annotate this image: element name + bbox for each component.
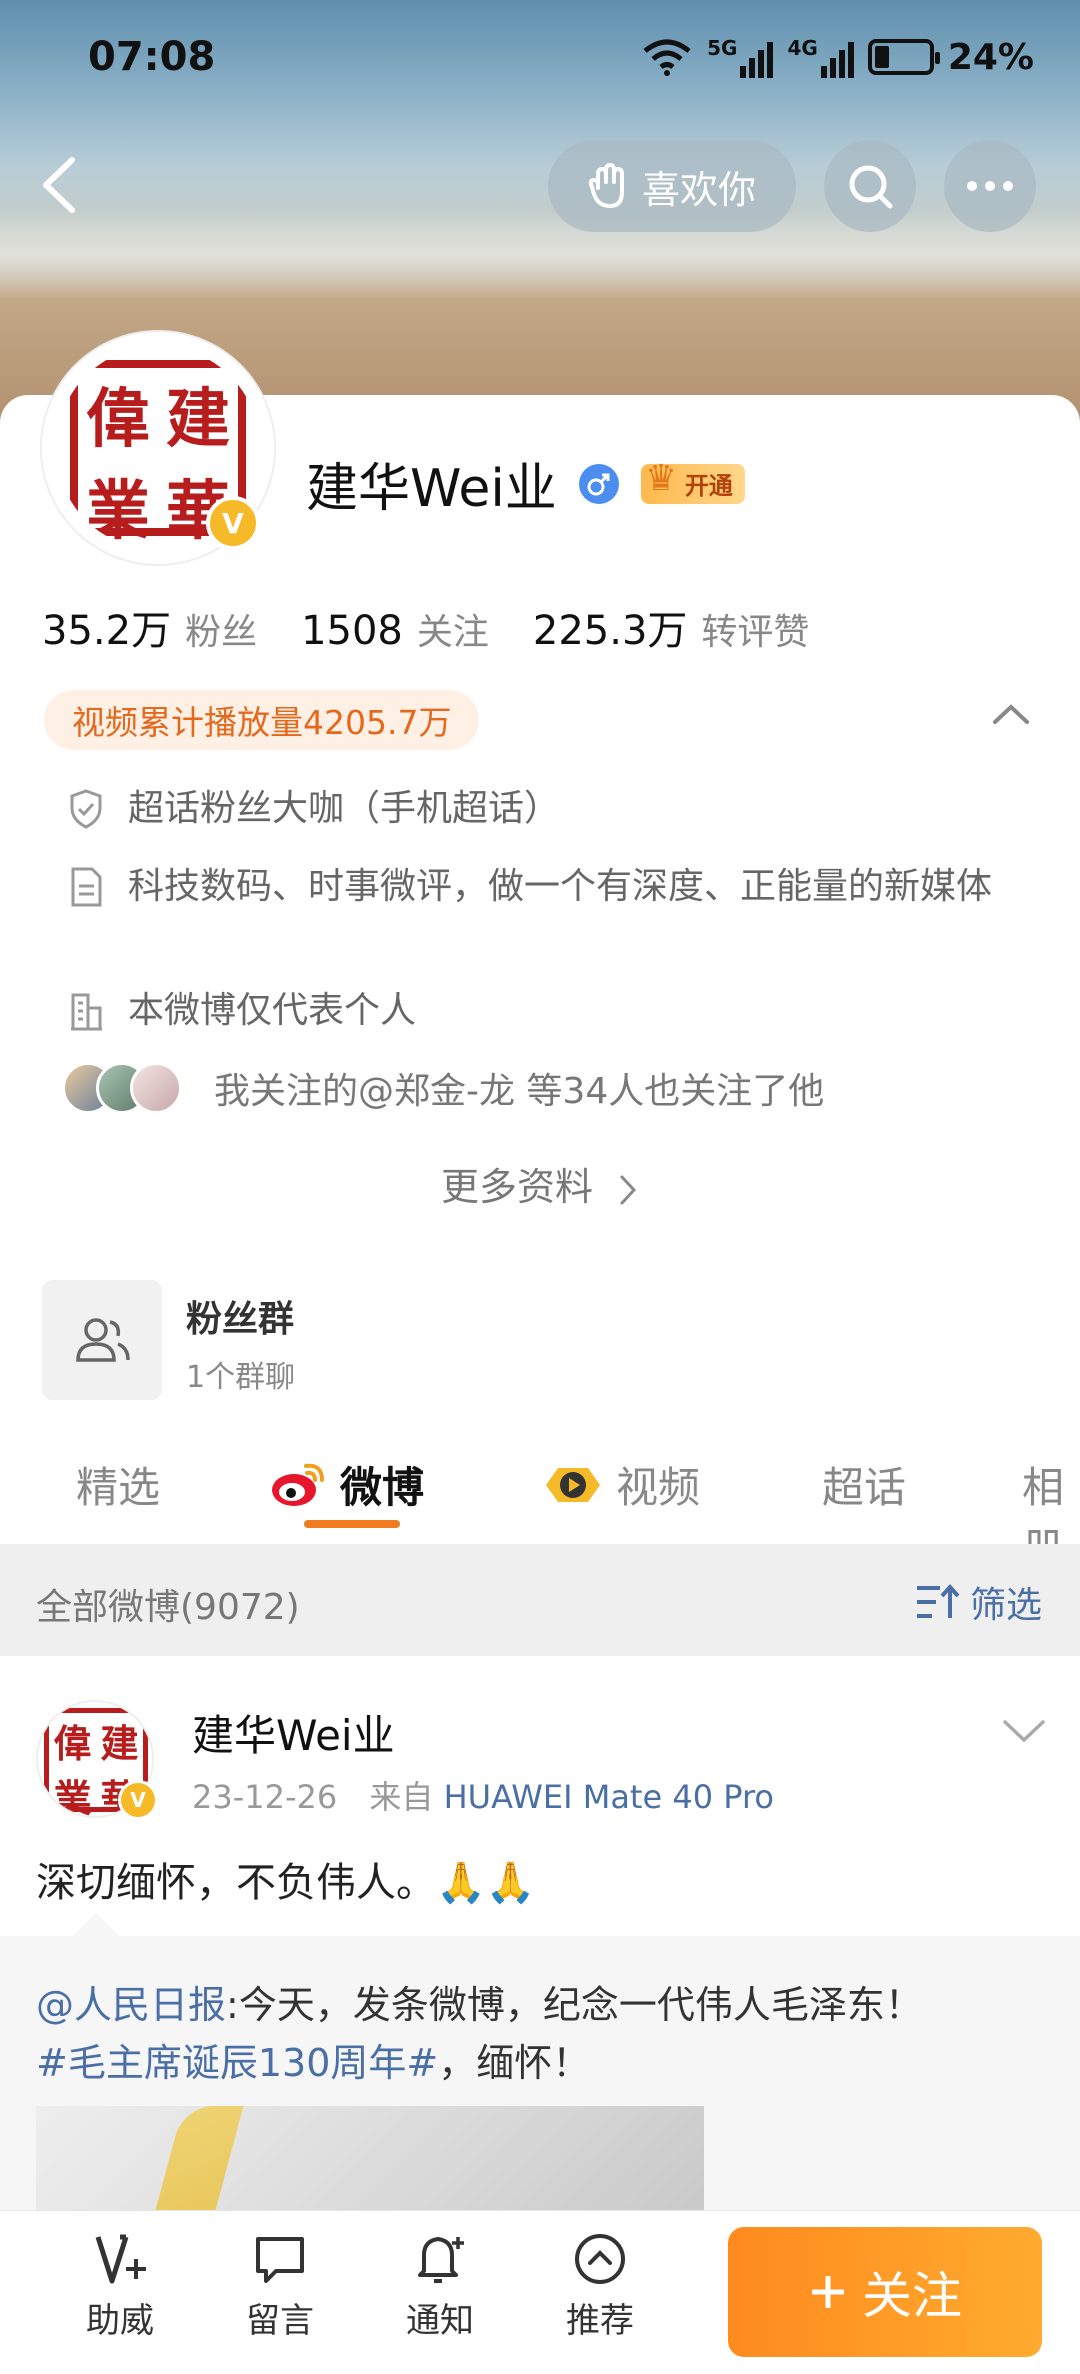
cheer-button[interactable]: 助威 — [60, 2231, 180, 2342]
video-play-count-badge[interactable]: 视频累计播放量4205.7万 — [44, 690, 480, 750]
profile-avatar[interactable]: 偉 建 業 華 V — [42, 332, 274, 564]
search-icon — [849, 165, 893, 209]
bottom-action-bar: 助威 留言 通知 推荐 关注 — [0, 2210, 1080, 2374]
mutual-followers[interactable]: 我关注的@郑金-龙 等34人也关注了他 — [62, 1062, 824, 1114]
document-icon — [66, 864, 106, 910]
like-you-button[interactable]: 喜欢你 — [548, 140, 796, 232]
follow-button[interactable]: 关注 — [728, 2227, 1042, 2357]
hand-wave-icon — [588, 163, 624, 208]
like-you-label: 喜欢你 — [641, 167, 756, 212]
repost-hashtag-link[interactable]: #毛主席诞辰130周年# — [36, 2041, 438, 2085]
weibo-logo-icon — [270, 1460, 328, 1510]
avatar — [130, 1062, 182, 1114]
chevron-right-icon — [620, 1175, 637, 1204]
info-text-bio: 科技数码、时事微评，做一个有深度、正能量的新媒体 — [128, 866, 993, 907]
tab-active-indicator — [304, 1520, 400, 1528]
battery-icon — [867, 39, 940, 75]
fan-group-title[interactable]: 粉丝群 — [186, 1290, 294, 1342]
notify-button[interactable]: 通知 — [380, 2231, 500, 2342]
group-icon — [76, 1318, 130, 1362]
bell-plus-icon — [418, 2237, 464, 2283]
tab-video[interactable]: 视频 — [542, 1454, 700, 1515]
more-button[interactable] — [944, 140, 1036, 232]
shield-icon — [66, 786, 106, 832]
post-text: 深切缅怀，不负伟人。🙏🙏 — [36, 1860, 536, 1906]
tab-featured[interactable]: 精选 — [76, 1454, 160, 1515]
info-row-bio: 科技数码、时事微评，做一个有深度、正能量的新媒体 — [66, 864, 1006, 910]
back-arrow-icon — [43, 157, 75, 213]
post-source-prefix: 来自 — [369, 1778, 434, 1816]
info-text-disclaimer: 本微博仅代表个人 — [128, 990, 417, 1031]
wifi-icon — [643, 39, 691, 76]
vip-label: 开通 — [684, 472, 733, 500]
status-icons: 5G 4G 24% — [641, 36, 1034, 78]
vip-open-badge[interactable]: ♛ 开通 — [640, 458, 745, 504]
post-date: 23-12-26 — [192, 1778, 338, 1816]
repost-pointer — [73, 1913, 119, 1959]
plus-icon — [812, 2276, 844, 2308]
banner-wave — [0, 210, 1080, 300]
battery-percent: 24% — [947, 36, 1034, 78]
more-dots-icon — [967, 181, 1013, 191]
chevron-down-icon — [1003, 1720, 1045, 1743]
profile-name-row: 建华Wei业 ♛ 开通 — [306, 446, 745, 521]
search-button[interactable] — [824, 140, 916, 232]
status-bar: 07:08 5G 4G 24% — [0, 0, 1080, 120]
comment-icon — [256, 2237, 304, 2283]
signal-5g-icon: 5G — [707, 36, 774, 78]
back-button[interactable] — [36, 150, 82, 220]
signal-4g-icon: 4G — [787, 36, 854, 78]
mutual-text: 我关注的@郑金-龙 等34人也关注了他 — [214, 1071, 825, 1112]
profile-tabs: 精选 微博 视频 超话 相册 — [0, 1434, 1080, 1573]
chevron-up-circle-icon — [575, 2234, 625, 2284]
repost-mention-link[interactable]: @人民日报 — [36, 1983, 226, 2027]
all-weibo-count[interactable]: 全部微博(9072) — [36, 1578, 300, 1630]
mutual-avatars — [62, 1062, 190, 1114]
video-play-icon — [542, 1460, 604, 1510]
post-device[interactable]: HUAWEI Mate 40 Pro — [444, 1778, 774, 1816]
building-icon — [66, 988, 106, 1034]
stat-fans[interactable]: 35.2万 粉丝 — [42, 598, 257, 656]
stat-interactions[interactable]: 225.3万 转评赞 — [533, 598, 810, 656]
verified-badge-icon: V — [118, 1780, 158, 1820]
info-text-super-topic: 超话粉丝大咖（手机超话） — [128, 788, 561, 829]
collapse-button[interactable] — [992, 702, 1030, 730]
info-row-disclaimer: 本微博仅代表个人 — [66, 988, 416, 1034]
fan-group-button[interactable] — [42, 1280, 162, 1400]
v-plus-icon — [95, 2234, 146, 2284]
tab-weibo[interactable]: 微博 — [270, 1454, 424, 1515]
male-icon — [578, 463, 619, 504]
chevron-up-icon — [993, 704, 1029, 724]
crown-icon: ♛ — [644, 457, 678, 499]
tab-super-topic[interactable]: 超话 — [822, 1454, 906, 1515]
verified-badge-icon: V — [206, 496, 260, 550]
profile-name: 建华Wei业 — [306, 459, 557, 519]
fan-group-subtitle: 1个群聊 — [186, 1360, 296, 1395]
filter-button[interactable]: 筛选 — [914, 1576, 1042, 1628]
repost-block[interactable]: @人民日报:今天，发条微博，纪念一代伟人毛泽东！ #毛主席诞辰130周年#，缅怀… — [0, 1913, 1080, 2236]
status-time: 07:08 — [88, 34, 216, 80]
post-options-button[interactable] — [1002, 1718, 1046, 1748]
info-row-super-topic: 超话粉丝大咖（手机超话） — [66, 786, 560, 832]
profile-stats: 35.2万 粉丝 1508 关注 225.3万 转评赞 — [42, 598, 809, 656]
post-author-name[interactable]: 建华Wei业 — [192, 1702, 395, 1763]
message-button[interactable]: 留言 — [220, 2231, 340, 2342]
more-info-link[interactable]: 更多资料 — [0, 1156, 1080, 1211]
filter-icon — [916, 1583, 960, 1618]
stat-following[interactable]: 1508 关注 — [301, 603, 489, 655]
post-meta: 23-12-26 来自 HUAWEI Mate 40 Pro — [192, 1772, 774, 1818]
recommend-button[interactable]: 推荐 — [540, 2231, 660, 2342]
repost-text: @人民日报:今天，发条微博，纪念一代伟人毛泽东！ #毛主席诞辰130周年#，缅怀… — [36, 1983, 923, 2085]
filter-bar: 全部微博(9072) 筛选 — [0, 1544, 1080, 1656]
